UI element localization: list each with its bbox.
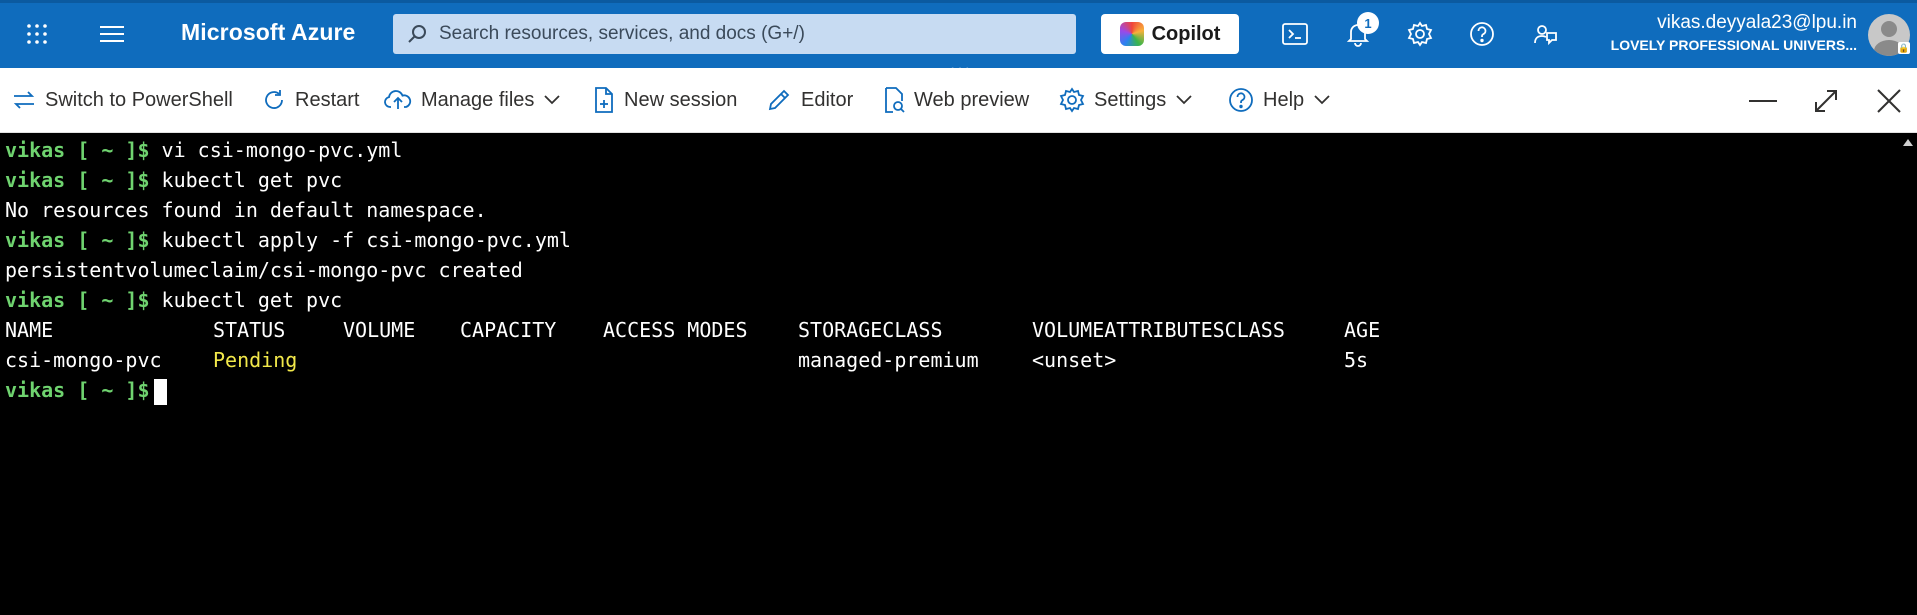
command-text: kubectl apply -f csi-mongo-pvc.yml <box>161 228 571 252</box>
table-header-row: NAME STATUS VOLUME CAPACITY ACCESS MODES… <box>5 315 1405 345</box>
user-email: vikas.deyyala23@lpu.in <box>1657 12 1857 33</box>
pvc-storageclass: managed-premium <box>798 348 979 372</box>
switch-arrows-icon <box>13 91 35 109</box>
switch-to-powershell-button[interactable]: Switch to PowerShell <box>12 82 233 118</box>
copilot-icon <box>1119 22 1144 46</box>
prompt: vikas [ ~ ]$ <box>5 168 150 192</box>
chevron-down-icon <box>1314 95 1330 105</box>
azure-top-bar: Microsoft Azure Search resources, servic… <box>0 0 1917 77</box>
user-org: LOVELY PROFESSIONAL UNIVERS... <box>1610 37 1857 53</box>
settings-gear-icon[interactable] <box>1402 16 1438 52</box>
terminal-line: persistentvolumeclaim/csi-mongo-pvc crea… <box>5 255 523 285</box>
table-row: csi-mongo-pvc Pending managed-premium <u… <box>5 345 1405 375</box>
column-header: VOLUMEATTRIBUTESCLASS <box>1032 318 1285 342</box>
brand-title[interactable]: Microsoft Azure <box>181 19 355 46</box>
app-launcher-icon[interactable] <box>19 16 55 52</box>
gear-icon <box>1059 87 1085 113</box>
column-header: STORAGECLASS <box>798 318 943 342</box>
output-text: No resources found in default namespace. <box>5 198 487 222</box>
terminal-scrollbar[interactable] <box>1900 133 1917 543</box>
terminal-line: vikas [ ~ ]$ vi csi-mongo-pvc.yml <box>5 135 402 165</box>
column-header: AGE <box>1344 318 1381 342</box>
switch-label: Switch to PowerShell <box>45 88 233 111</box>
web-preview-label: Web preview <box>914 88 1030 111</box>
chevron-down-icon <box>1176 95 1192 105</box>
search-placeholder: Search resources, services, and docs (G+… <box>439 23 805 44</box>
terminal[interactable]: vikas [ ~ ]$ vi csi-mongo-pvc.yml vikas … <box>0 133 1900 543</box>
cloud-upload-icon <box>384 90 412 109</box>
notifications-count-badge: 1 <box>1357 12 1379 34</box>
editor-button[interactable]: Editor <box>766 82 853 118</box>
search-icon <box>408 25 426 43</box>
hamburger-menu-icon[interactable] <box>94 16 130 52</box>
prompt: vikas [ ~ ]$ <box>5 228 150 252</box>
pvc-volumeattributesclass: <unset> <box>1032 348 1117 372</box>
top-strip <box>0 0 1917 3</box>
restart-label: Restart <box>295 88 360 111</box>
manage-files-label: Manage files <box>421 88 535 111</box>
column-header: NAME <box>5 318 54 342</box>
prompt: vikas [ ~ ]$ <box>5 138 150 162</box>
maximize-button[interactable] <box>1811 86 1841 116</box>
terminal-line: vikas [ ~ ]$ kubectl get pvc <box>5 165 342 195</box>
help-icon <box>1229 88 1253 112</box>
command-text: kubectl get pvc <box>161 288 343 312</box>
help-button[interactable]: Help <box>1228 82 1339 118</box>
column-header: STATUS <box>213 318 286 342</box>
output-text: persistentvolumeclaim/csi-mongo-pvc crea… <box>5 258 523 282</box>
terminal-line: vikas [ ~ ]$ kubectl get pvc <box>5 285 342 315</box>
copilot-button[interactable]: Copilot <box>1101 14 1239 54</box>
terminal-cursor <box>153 378 167 405</box>
restart-icon <box>265 90 283 109</box>
settings-label: Settings <box>1094 88 1167 111</box>
settings-button[interactable]: Settings <box>1059 82 1201 118</box>
pencil-icon <box>768 89 790 111</box>
column-header: VOLUME <box>343 318 416 342</box>
column-header: ACCESS MODES <box>603 318 748 342</box>
scroll-up-arrow-icon[interactable] <box>1903 139 1913 146</box>
pvc-status: Pending <box>213 348 298 372</box>
search-input[interactable]: Search resources, services, and docs (G+… <box>393 14 1076 54</box>
terminal-line: vikas [ ~ ]$ <box>5 375 167 405</box>
minimize-button[interactable] <box>1748 86 1778 116</box>
account-info[interactable]: vikas.deyyala23@lpu.in LOVELY PROFESSION… <box>1611 12 1857 53</box>
cloud-shell-toolbar: Switch to PowerShell Restart Manage file… <box>0 68 1917 133</box>
help-question-icon[interactable] <box>1464 16 1500 52</box>
new-session-icon <box>595 87 613 113</box>
feedback-icon[interactable] <box>1527 16 1563 52</box>
command-text: kubectl get pvc <box>161 168 343 192</box>
close-icon <box>1877 89 1901 113</box>
command-text: vi csi-mongo-pvc.yml <box>161 138 403 162</box>
maximize-icon <box>1815 90 1837 112</box>
close-button[interactable] <box>1874 86 1904 116</box>
new-session-label: New session <box>624 88 738 111</box>
lock-icon: 🔒 <box>1898 42 1910 54</box>
cloud-shell-icon[interactable] <box>1277 16 1313 52</box>
manage-files-button[interactable]: Manage files <box>384 82 569 118</box>
new-session-button[interactable]: New session <box>593 82 737 118</box>
editor-label: Editor <box>801 88 854 111</box>
column-header: CAPACITY <box>460 318 557 342</box>
copilot-label: Copilot <box>1151 22 1221 45</box>
help-label: Help <box>1263 88 1305 111</box>
pvc-age: 5s <box>1344 348 1369 372</box>
minimize-icon <box>1749 100 1777 102</box>
pvc-name: csi-mongo-pvc <box>5 348 162 372</box>
terminal-line: vikas [ ~ ]$ kubectl apply -f csi-mongo-… <box>5 225 571 255</box>
chevron-down-icon <box>544 95 561 105</box>
terminal-line: No resources found in default namespace. <box>5 195 487 225</box>
prompt: vikas [ ~ ]$ <box>5 288 150 312</box>
web-preview-button[interactable]: Web preview <box>883 82 1029 118</box>
prompt: vikas [ ~ ]$ <box>5 378 150 402</box>
restart-button[interactable]: Restart <box>262 82 359 118</box>
web-preview-icon <box>885 87 905 113</box>
